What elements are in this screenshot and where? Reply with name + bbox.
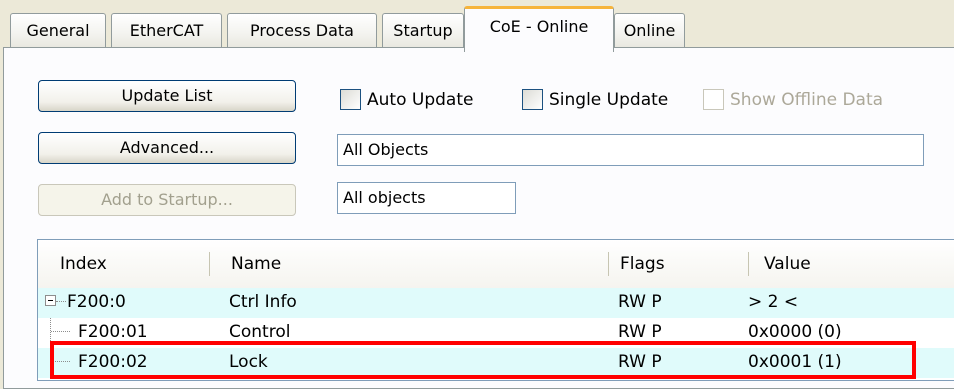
collapse-icon[interactable]: [45, 295, 56, 306]
single-update-label: Single Update: [549, 89, 669, 110]
row-index: F200:01: [78, 322, 148, 342]
column-header-index[interactable]: Index: [60, 254, 107, 274]
tab-bar: General EtherCAT Process Data Startup Co…: [0, 0, 954, 52]
row-index: F200:0: [67, 292, 126, 312]
row-name: Control: [229, 322, 291, 342]
object-scope-dropdown[interactable]: All objects: [337, 182, 516, 214]
row-flags: RW P: [618, 292, 662, 312]
list-header: Index Name Flags Value: [38, 240, 954, 289]
column-divider[interactable]: [209, 252, 210, 276]
single-update-checkbox[interactable]: Single Update: [522, 89, 668, 110]
show-offline-data-label: Show Offline Data: [730, 89, 884, 110]
row-value: > 2 <: [748, 292, 799, 312]
column-divider[interactable]: [608, 252, 609, 276]
auto-update-box[interactable]: [340, 89, 361, 110]
tab-process-data[interactable]: Process Data: [227, 13, 377, 47]
highlight-box: [50, 341, 916, 379]
auto-update-checkbox[interactable]: Auto Update: [340, 89, 473, 110]
tab-coe-online[interactable]: CoE - Online: [464, 6, 614, 52]
row-name: Ctrl Info: [229, 292, 297, 312]
add-to-startup-button[interactable]: Add to Startup...: [38, 184, 296, 216]
tree-line: [56, 301, 66, 302]
auto-update-label: Auto Update: [367, 89, 474, 110]
advanced-button[interactable]: Advanced...: [38, 132, 296, 164]
column-header-name[interactable]: Name: [231, 254, 281, 274]
table-row[interactable]: F200:0 Ctrl Info RW P > 2 <: [38, 288, 954, 318]
single-update-box[interactable]: [522, 89, 543, 110]
tab-startup[interactable]: Startup: [382, 13, 464, 47]
row-flags: RW P: [618, 322, 662, 342]
column-header-flags[interactable]: Flags: [620, 254, 665, 274]
row-value: 0x0000 (0): [748, 322, 842, 342]
object-filter-field[interactable]: All Objects: [337, 134, 924, 166]
tab-online[interactable]: Online: [614, 13, 685, 47]
tab-ethercat[interactable]: EtherCAT: [111, 13, 222, 47]
update-list-button[interactable]: Update List: [38, 80, 296, 112]
column-divider[interactable]: [748, 252, 749, 276]
show-offline-data-checkbox[interactable]: Show Offline Data: [703, 89, 883, 110]
column-header-value[interactable]: Value: [764, 254, 811, 274]
tab-general[interactable]: General: [10, 13, 106, 47]
tree-line: [51, 331, 70, 332]
show-offline-data-box[interactable]: [703, 89, 724, 110]
